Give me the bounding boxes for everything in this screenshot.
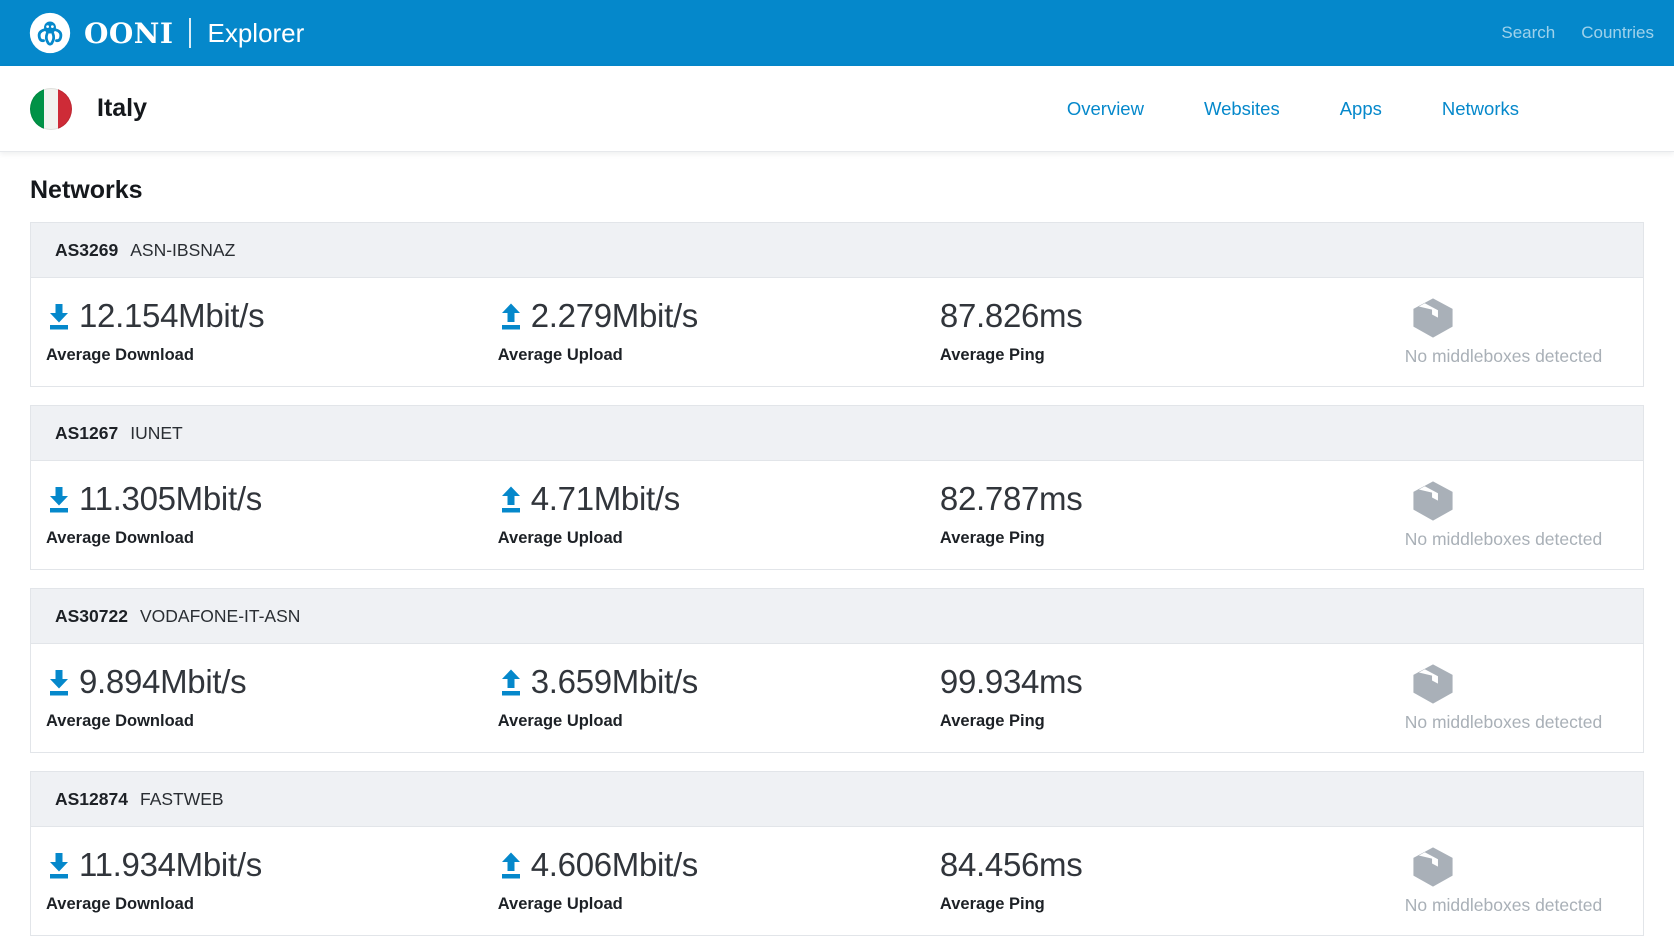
upload-value: 4.71Mbit/s bbox=[531, 482, 680, 517]
network-card[interactable]: AS12874 FASTWEB 11.934Mbit/s Average Down… bbox=[30, 771, 1644, 936]
ping-stat: 99.934ms Average Ping bbox=[940, 663, 1403, 733]
download-value: 9.894Mbit/s bbox=[79, 665, 246, 700]
network-asn: AS3269 bbox=[55, 240, 118, 260]
download-value: 11.305Mbit/s bbox=[79, 482, 262, 517]
ping-value: 99.934ms bbox=[940, 665, 1083, 700]
networks-section: Networks AS3269 ASN-IBSNAZ 12.154Mbit/s A… bbox=[0, 152, 1674, 936]
middlebox-stat: No middleboxes detected bbox=[1403, 480, 1631, 550]
download-stat: 11.934Mbit/s Average Download bbox=[46, 846, 498, 916]
ping-label: Average Ping bbox=[940, 895, 1403, 914]
tab-apps[interactable]: Apps bbox=[1340, 98, 1382, 120]
brand-name: OONI bbox=[84, 17, 173, 50]
ping-label: Average Ping bbox=[940, 529, 1403, 548]
country-name: Italy bbox=[97, 94, 147, 123]
download-stat: 12.154Mbit/s Average Download bbox=[46, 297, 498, 367]
upload-label: Average Upload bbox=[498, 346, 940, 365]
network-card-header: AS3269 ASN-IBSNAZ bbox=[31, 223, 1643, 278]
country-tabs: Overview Websites Apps Networks bbox=[1067, 98, 1674, 120]
ping-label: Average Ping bbox=[940, 346, 1403, 365]
download-stat: 9.894Mbit/s Average Download bbox=[46, 663, 498, 733]
network-card[interactable]: AS3269 ASN-IBSNAZ 12.154Mbit/s Average Do… bbox=[30, 222, 1644, 387]
section-title: Networks bbox=[30, 176, 1644, 205]
upload-value: 2.279Mbit/s bbox=[531, 299, 698, 334]
download-icon bbox=[46, 851, 72, 881]
upload-icon bbox=[498, 485, 524, 515]
download-icon bbox=[46, 302, 72, 332]
download-value: 11.934Mbit/s bbox=[79, 848, 262, 883]
middlebox-status: No middleboxes detected bbox=[1405, 895, 1631, 916]
tab-overview[interactable]: Overview bbox=[1067, 98, 1144, 120]
ping-value: 87.826ms bbox=[940, 299, 1083, 334]
download-label: Average Download bbox=[46, 346, 498, 365]
network-asn: AS30722 bbox=[55, 606, 128, 626]
network-name: FASTWEB bbox=[140, 789, 224, 809]
middlebox-stat: No middleboxes detected bbox=[1403, 663, 1631, 733]
ooni-home-link[interactable]: OONI Explorer bbox=[28, 11, 304, 55]
network-name: IUNET bbox=[130, 423, 183, 443]
country-header: Italy Overview Websites Apps Networks bbox=[0, 66, 1674, 152]
network-name: ASN-IBSNAZ bbox=[130, 240, 235, 260]
app-nav: Search Countries bbox=[1501, 23, 1654, 43]
brand-separator bbox=[189, 18, 191, 48]
network-card-body: 12.154Mbit/s Average Download 2.279Mbit/… bbox=[31, 278, 1643, 386]
network-card-header: AS30722 VODAFONE-IT-ASN bbox=[31, 589, 1643, 644]
nav-link-search[interactable]: Search bbox=[1501, 23, 1555, 43]
ping-stat: 82.787ms Average Ping bbox=[940, 480, 1403, 550]
middlebox-stat: No middleboxes detected bbox=[1403, 846, 1631, 916]
italy-flag-icon bbox=[30, 88, 72, 130]
middlebox-box-icon bbox=[1410, 297, 1456, 339]
network-asn: AS1267 bbox=[55, 423, 118, 443]
download-label: Average Download bbox=[46, 712, 498, 731]
middlebox-box-icon bbox=[1410, 663, 1456, 705]
upload-value: 4.606Mbit/s bbox=[531, 848, 698, 883]
network-card[interactable]: AS1267 IUNET 11.305Mbit/s Average Downloa… bbox=[30, 405, 1644, 570]
upload-value: 3.659Mbit/s bbox=[531, 665, 698, 700]
network-card-header: AS1267 IUNET bbox=[31, 406, 1643, 461]
download-stat: 11.305Mbit/s Average Download bbox=[46, 480, 498, 550]
middlebox-box-icon bbox=[1410, 480, 1456, 522]
brand-suffix: Explorer bbox=[207, 18, 304, 49]
middlebox-box-icon bbox=[1410, 846, 1456, 888]
upload-label: Average Upload bbox=[498, 712, 940, 731]
nav-link-countries[interactable]: Countries bbox=[1581, 23, 1654, 43]
app-header: OONI Explorer Search Countries bbox=[0, 0, 1674, 66]
tab-websites[interactable]: Websites bbox=[1204, 98, 1280, 120]
network-asn: AS12874 bbox=[55, 789, 128, 809]
upload-stat: 3.659Mbit/s Average Upload bbox=[498, 663, 940, 733]
network-card-header: AS12874 FASTWEB bbox=[31, 772, 1643, 827]
download-label: Average Download bbox=[46, 895, 498, 914]
middlebox-status: No middleboxes detected bbox=[1405, 346, 1631, 367]
upload-icon bbox=[498, 668, 524, 698]
upload-label: Average Upload bbox=[498, 895, 940, 914]
middlebox-status: No middleboxes detected bbox=[1405, 712, 1631, 733]
ping-value: 84.456ms bbox=[940, 848, 1083, 883]
middlebox-status: No middleboxes detected bbox=[1405, 529, 1631, 550]
upload-stat: 2.279Mbit/s Average Upload bbox=[498, 297, 940, 367]
middlebox-stat: No middleboxes detected bbox=[1403, 297, 1631, 367]
upload-icon bbox=[498, 851, 524, 881]
network-card-body: 9.894Mbit/s Average Download 3.659Mbit/s… bbox=[31, 644, 1643, 752]
upload-icon bbox=[498, 302, 524, 332]
ping-label: Average Ping bbox=[940, 712, 1403, 731]
network-card[interactable]: AS30722 VODAFONE-IT-ASN 9.894Mbit/s Avera… bbox=[30, 588, 1644, 753]
ooni-octopus-logo-icon bbox=[28, 11, 72, 55]
network-name: VODAFONE-IT-ASN bbox=[140, 606, 300, 626]
download-value: 12.154Mbit/s bbox=[79, 299, 264, 334]
upload-stat: 4.71Mbit/s Average Upload bbox=[498, 480, 940, 550]
tab-networks[interactable]: Networks bbox=[1442, 98, 1519, 120]
networks-list: AS3269 ASN-IBSNAZ 12.154Mbit/s Average Do… bbox=[30, 222, 1644, 936]
download-label: Average Download bbox=[46, 529, 498, 548]
upload-label: Average Upload bbox=[498, 529, 940, 548]
upload-stat: 4.606Mbit/s Average Upload bbox=[498, 846, 940, 916]
download-icon bbox=[46, 668, 72, 698]
ping-stat: 87.826ms Average Ping bbox=[940, 297, 1403, 367]
download-icon bbox=[46, 485, 72, 515]
ping-value: 82.787ms bbox=[940, 482, 1083, 517]
network-card-body: 11.305Mbit/s Average Download 4.71Mbit/s… bbox=[31, 461, 1643, 569]
network-card-body: 11.934Mbit/s Average Download 4.606Mbit/… bbox=[31, 827, 1643, 935]
ping-stat: 84.456ms Average Ping bbox=[940, 846, 1403, 916]
